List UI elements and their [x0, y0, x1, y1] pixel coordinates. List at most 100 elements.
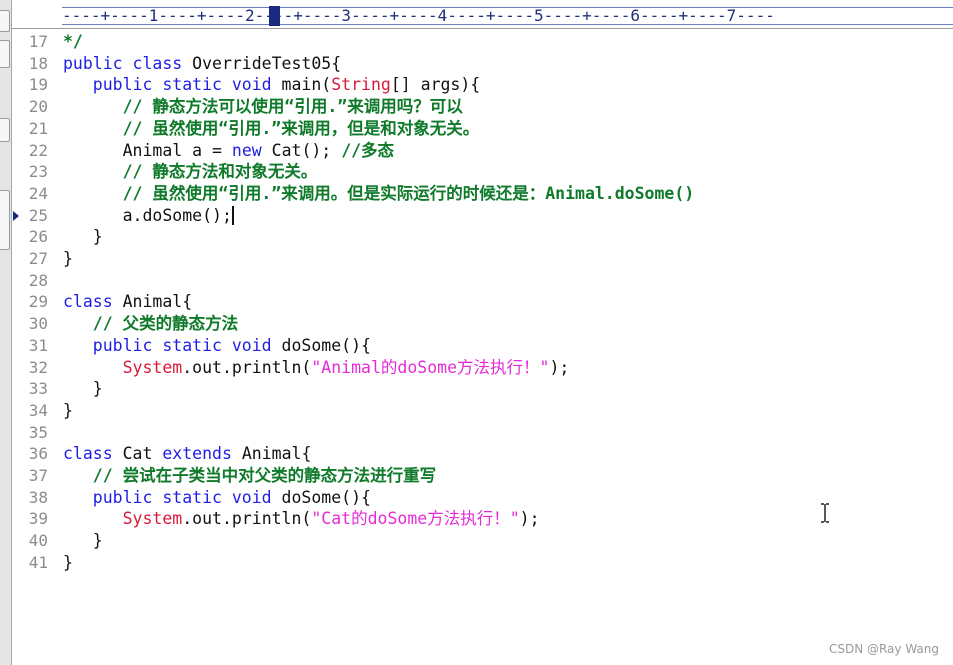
line-number: 20 — [28, 97, 48, 117]
code-line[interactable]: public static void doSome(){ — [63, 487, 371, 509]
code-token: public static void — [63, 75, 282, 95]
code-token: Animal a = — [63, 140, 232, 160]
code-token: //多态 — [341, 140, 395, 160]
code-token: Cat(); — [261, 140, 342, 160]
line-number: 17 — [28, 32, 48, 51]
code-line[interactable]: public static void main(String[] args){ — [63, 74, 480, 96]
code-token: class — [63, 292, 123, 312]
line-number: 39 — [28, 509, 48, 529]
code-token: } — [63, 400, 73, 420]
code-token: doSome(){ — [281, 487, 371, 507]
left-panel-strip[interactable] — [0, 0, 12, 665]
line-number: 24 — [28, 183, 48, 203]
code-token: OverrideTest05{ — [192, 53, 342, 73]
code-token: */ — [63, 32, 83, 51]
code-token: } — [63, 531, 103, 551]
code-token: a.doSome(); — [63, 205, 232, 225]
code-token: } — [63, 552, 73, 572]
code-token: main( — [281, 75, 332, 95]
code-token: } — [63, 249, 73, 268]
code-line[interactable]: } — [63, 378, 103, 400]
code-line[interactable]: } — [63, 530, 103, 552]
current-line-arrow-icon — [13, 210, 19, 221]
line-number: 27 — [28, 249, 48, 268]
code-token: // 尝试在子类当中对父类的静态方法进行重写 — [63, 466, 437, 485]
line-number-gutter: 17 18 19 20 21 22 23 24 25 26 27 28 29 30 31 32 33 34 35 36… — [12, 29, 56, 665]
code-token: System — [122, 509, 183, 529]
code-token: public static void — [63, 335, 282, 355]
code-line[interactable]: System.out.println("Cat的doSome方法执行！"); — [63, 508, 540, 530]
code-token: public static void — [63, 487, 282, 507]
text-caret — [231, 205, 234, 225]
code-token: // 静态方法可以使用“引用.”来调用吗？可以 — [63, 97, 463, 117]
code-line[interactable]: // 静态方法和对象无关。 — [63, 161, 318, 183]
line-number: 33 — [28, 379, 48, 399]
ruler-column-indicator — [269, 6, 280, 26]
line-number: 23 — [28, 162, 48, 182]
code-line[interactable]: } — [63, 552, 73, 574]
code-line[interactable]: Animal a = new Cat(); //多态 — [63, 140, 394, 162]
watermark: CSDN @Ray Wang — [828, 642, 939, 656]
code-token: class — [63, 444, 123, 464]
code-line[interactable]: } — [63, 226, 103, 248]
code-token: public class — [63, 53, 193, 73]
code-line[interactable]: public static void doSome(){ — [63, 335, 371, 357]
line-number: 36 — [28, 444, 48, 464]
panel-tab-1[interactable] — [0, 10, 10, 32]
code-token: .out.println( — [182, 357, 312, 377]
code-token: ); — [549, 357, 570, 377]
line-number: 40 — [28, 531, 48, 551]
panel-tab-4[interactable] — [0, 190, 10, 250]
code-editor[interactable]: */ public class OverrideTest05{ public st… — [63, 29, 953, 665]
code-line[interactable]: public class OverrideTest05{ — [63, 53, 341, 75]
line-number: 41 — [28, 552, 48, 572]
code-line[interactable]: class Cat extends Animal{ — [63, 443, 311, 465]
code-token: // 静态方法和对象无关。 — [63, 162, 318, 182]
line-number: 19 — [28, 75, 48, 95]
panel-tab-3[interactable] — [0, 118, 10, 142]
code-token: Animal{ — [241, 444, 312, 464]
line-number: 21 — [28, 118, 48, 138]
code-token: .out.println( — [182, 509, 312, 529]
line-number: 28 — [28, 270, 48, 290]
code-token: String — [331, 75, 391, 95]
code-line[interactable]: // 静态方法可以使用“引用.”来调用吗？可以 — [63, 96, 463, 118]
line-number: 26 — [28, 227, 48, 247]
code-token: Cat — [122, 444, 163, 464]
ruler-scale: ----+----1----+----2----+----3----+----4… — [62, 7, 953, 25]
code-line[interactable]: // 父类的静态方法 — [63, 313, 238, 335]
code-token: ); — [519, 509, 540, 529]
column-ruler: ----+----1----+----2----+----3----+----4… — [12, 0, 953, 29]
line-number: 18 — [28, 53, 48, 73]
line-number: 35 — [28, 422, 48, 442]
line-number: 31 — [28, 335, 48, 355]
code-token: } — [63, 227, 103, 247]
code-token: // 父类的静态方法 — [63, 314, 239, 334]
line-number: 34 — [28, 400, 48, 420]
code-token: } — [63, 379, 103, 399]
code-token: // 虽然使用“引用.”来调用。但是实际运行的时候还是：Animal.doSom… — [63, 183, 695, 203]
line-number: 22 — [28, 140, 48, 160]
code-token: doSome(){ — [281, 335, 371, 355]
code-token: new — [231, 140, 262, 160]
line-number: 38 — [28, 487, 48, 507]
code-line[interactable]: // 虽然使用“引用.”来调用，但是和对象无关。 — [63, 118, 480, 140]
text-ibeam-icon — [820, 503, 830, 523]
code-line[interactable]: // 尝试在子类当中对父类的静态方法进行重写 — [63, 465, 436, 487]
code-line[interactable]: } — [63, 400, 73, 422]
code-token: "Animal的doSome方法执行！" — [311, 357, 550, 377]
code-line[interactable]: System.out.println("Animal的doSome方法执行！")… — [63, 357, 570, 379]
line-number: 37 — [28, 466, 48, 485]
panel-tab-2[interactable] — [0, 40, 10, 68]
code-line[interactable]: */ — [63, 31, 83, 53]
line-number: 30 — [28, 314, 48, 334]
code-token: extends — [162, 444, 242, 464]
code-line[interactable]: // 虽然使用“引用.”来调用。但是实际运行的时候还是：Animal.doSom… — [63, 183, 695, 205]
code-line[interactable]: } — [63, 248, 73, 270]
code-token: "Cat的doSome方法执行！" — [311, 509, 520, 529]
code-line[interactable]: a.doSome(); — [63, 205, 234, 227]
code-line[interactable]: class Animal{ — [63, 291, 192, 313]
line-number: 32 — [28, 357, 48, 377]
